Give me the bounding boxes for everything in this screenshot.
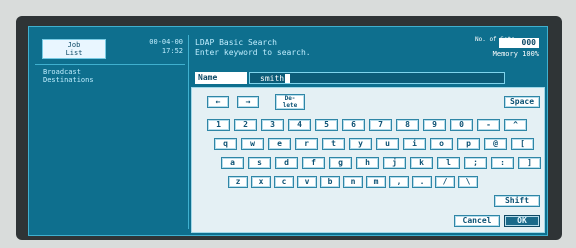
key-1[interactable]: 2 [234,119,257,131]
job-list-label-line1: Job [67,41,81,49]
key-0[interactable]: a [221,157,244,169]
key-4[interactable]: 5 [315,119,338,131]
key-5[interactable]: n [343,176,363,188]
key-7[interactable]: , [389,176,409,188]
ok-button[interactable]: OK [504,215,540,227]
cursor-left-key[interactable]: ← [207,96,229,108]
key-11[interactable]: ] [518,157,541,169]
key-2[interactable]: e [268,138,291,150]
key-1[interactable]: x [251,176,271,188]
key-3[interactable]: r [295,138,318,150]
key-4[interactable]: g [329,157,352,169]
space-key[interactable]: Space [504,96,540,108]
instruction-text: Enter keyword to search. [195,48,311,57]
key-3[interactable]: f [302,157,325,169]
key-3[interactable]: v [297,176,317,188]
key-11[interactable]: [ [511,138,534,150]
panel-divider [188,35,189,229]
screen-title: LDAP Basic Search Enter keyword to searc… [195,38,311,58]
header-divider [35,64,185,65]
date-time: 00-04-00 17:52 [125,38,183,56]
onscreen-keyboard: ← → De- lete Space 1 2 3 4 5 6 7 8 9 0- ^ qwertyui… [191,87,545,233]
key-2[interactable]: c [274,176,294,188]
broadcast-line1: Broadcast [43,68,81,76]
touch-screen: Job List 00-04-00 17:52 Broadcast Destin… [28,26,548,236]
key-1[interactable]: s [248,157,271,169]
memory-status: Memory 100% [492,50,539,58]
date-text: 00-04-00 [149,38,183,46]
text-cursor [285,74,291,83]
key-8[interactable]: l [437,157,460,169]
key-6[interactable]: j [383,157,406,169]
key-5[interactable]: h [356,157,379,169]
delete-label-line1: De- [284,95,296,102]
cancel-button[interactable]: Cancel [454,215,500,227]
key-9[interactable]: ; [464,157,487,169]
cursor-right-key[interactable]: → [237,96,259,108]
key-9[interactable]: p [457,138,480,150]
key-10[interactable]: - [477,119,500,131]
key-7[interactable]: i [403,138,426,150]
key-7[interactable]: k [410,157,433,169]
key-5[interactable]: 6 [342,119,365,131]
key-7[interactable]: 8 [396,119,419,131]
key-2[interactable]: d [275,157,298,169]
key-9[interactable]: 0 [450,119,473,131]
key-6[interactable]: m [366,176,386,188]
delete-label-line2: lete [282,102,298,109]
key-6[interactable]: u [376,138,399,150]
job-list-button[interactable]: Job List [42,39,106,59]
broadcast-line2: Destinations [43,76,94,84]
job-list-label-line2: List [65,49,83,57]
key-0[interactable]: 1 [207,119,230,131]
key-10[interactable]: : [491,157,514,169]
broadcast-destinations-label: Broadcast Destinations [43,68,94,84]
key-10[interactable]: \ [458,176,478,188]
key-4[interactable]: b [320,176,340,188]
key-6[interactable]: 7 [369,119,392,131]
key-8[interactable]: 9 [423,119,446,131]
delete-key[interactable]: De- lete [275,94,305,110]
key-2[interactable]: 3 [261,119,284,131]
key-8[interactable]: o [430,138,453,150]
key-0[interactable]: z [228,176,248,188]
key-8[interactable]: . [412,176,432,188]
key-0[interactable]: q [214,138,237,150]
key-11[interactable]: ^ [504,119,527,131]
key-5[interactable]: y [349,138,372,150]
sets-counter: 000 [499,38,539,48]
key-4[interactable]: t [322,138,345,150]
page-title: LDAP Basic Search [195,38,277,47]
key-3[interactable]: 4 [288,119,311,131]
name-input[interactable]: smith [249,72,505,84]
key-10[interactable]: @ [484,138,507,150]
name-field-label: Name [195,72,247,84]
shift-key[interactable]: Shift [494,195,540,207]
key-1[interactable]: w [241,138,264,150]
name-input-value: smith [260,74,285,83]
time-text: 17:52 [161,47,183,55]
key-9[interactable]: / [435,176,455,188]
